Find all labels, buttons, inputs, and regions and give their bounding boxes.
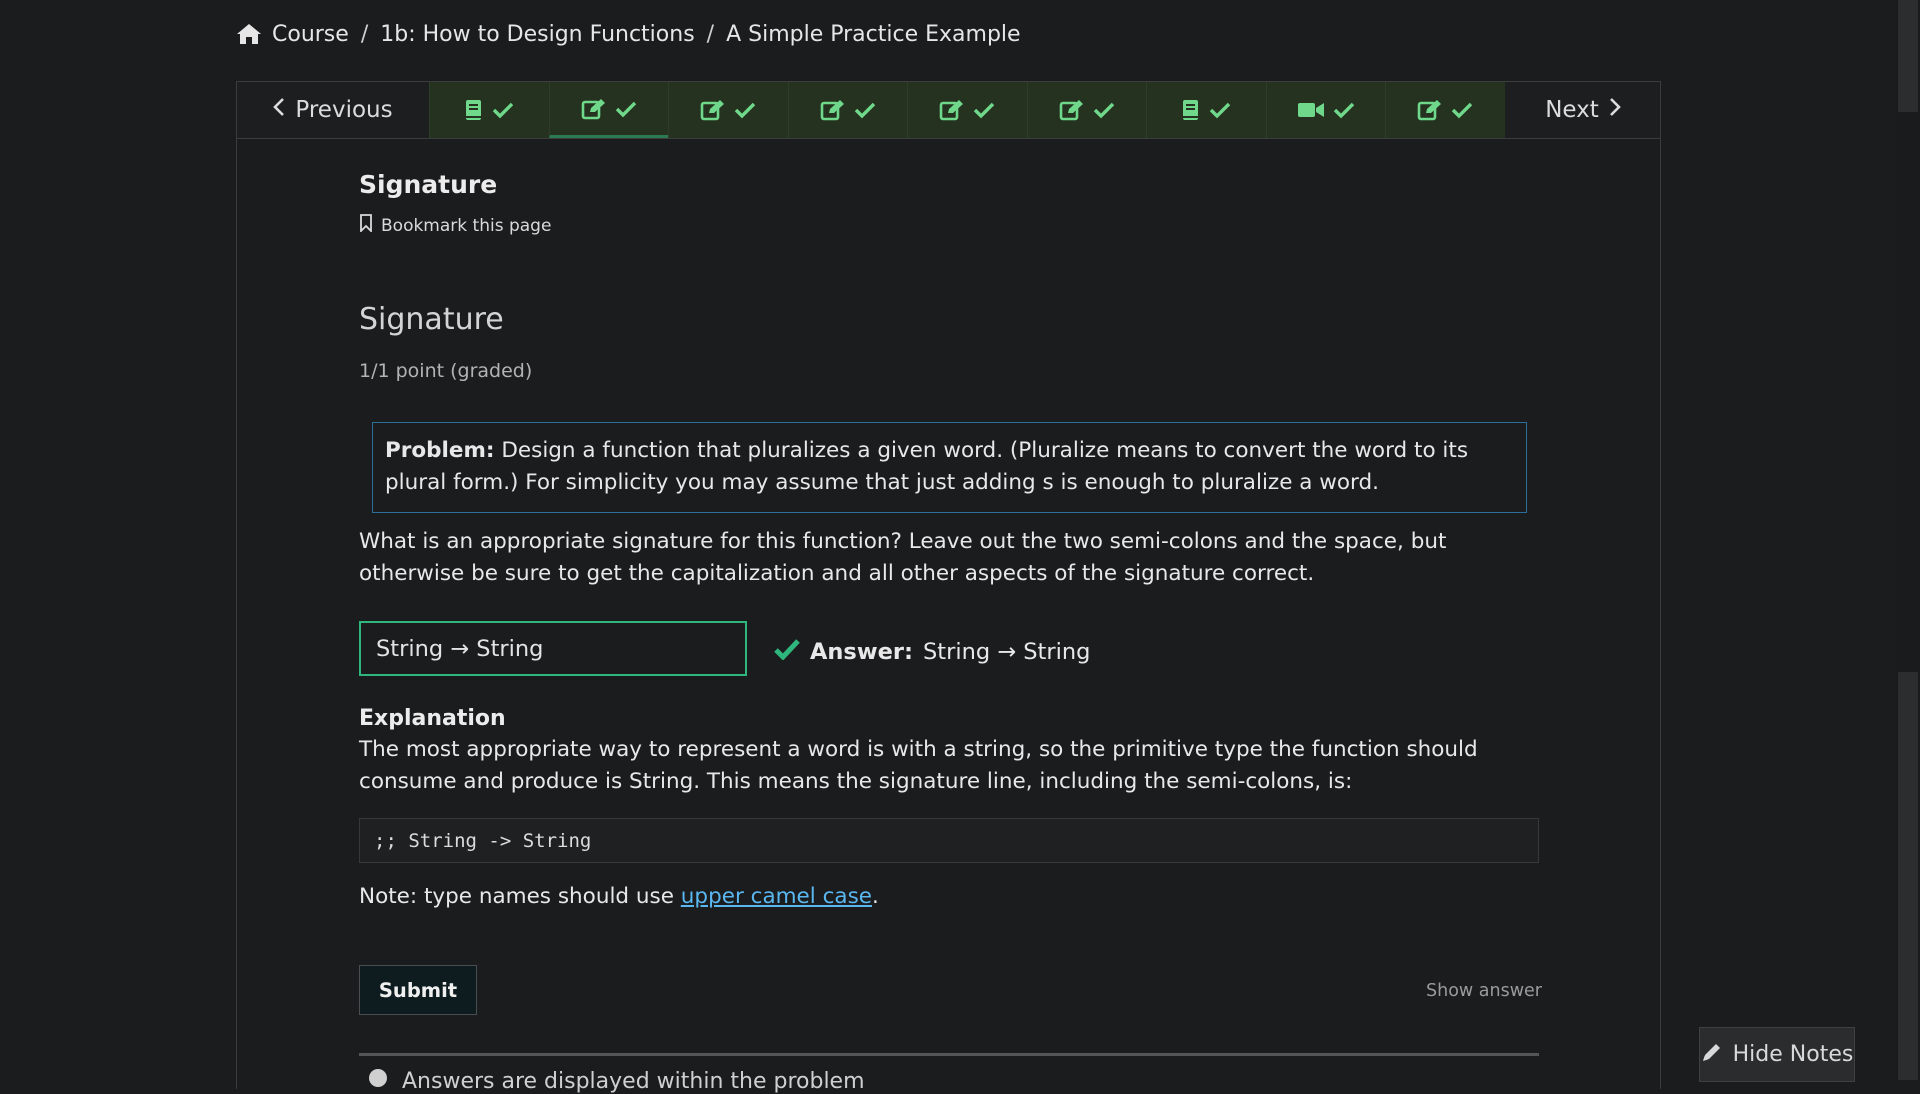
edit-icon [1059, 99, 1085, 121]
sequence-tab-5[interactable] [907, 82, 1027, 138]
hide-notes-button[interactable]: Hide Notes [1699, 1027, 1855, 1082]
edit-icon [820, 99, 846, 121]
checkmark-icon [774, 638, 800, 666]
problem-points: 1/1 point (graded) [359, 360, 533, 382]
check-icon [973, 101, 995, 119]
notification: Answers are displayed within the problem [368, 1068, 865, 1094]
chevron-left-icon [273, 97, 285, 123]
answer-input[interactable] [359, 621, 747, 676]
check-icon [1451, 101, 1473, 119]
show-answer-button[interactable]: Show answer [1426, 981, 1542, 1001]
chevron-right-icon [1609, 97, 1621, 123]
breadcrumb-section[interactable]: 1b: How to Design Functions [380, 22, 694, 47]
breadcrumb-subsection[interactable]: A Simple Practice Example [726, 22, 1020, 47]
sequence-tab-1[interactable] [429, 82, 549, 138]
sequence-tab-4[interactable] [787, 82, 907, 138]
sequence-tab-8[interactable] [1265, 82, 1385, 138]
problem-statement: Problem: Design a function that pluraliz… [372, 422, 1527, 513]
sequence-tab-2[interactable] [548, 82, 668, 138]
content-panel [236, 139, 1661, 1089]
breadcrumb: Course / 1b: How to Design Functions / A… [236, 18, 1021, 50]
question-text: What is an appropriate signature for thi… [359, 529, 1447, 586]
hide-notes-label: Hide Notes [1732, 1042, 1854, 1067]
problem-title: Signature [359, 302, 504, 337]
problem-label: Problem: [385, 438, 495, 463]
submit-button[interactable]: Submit [359, 965, 477, 1015]
breadcrumb-separator: / [706, 21, 715, 47]
answer-label: Answer: [810, 639, 913, 665]
sequence-tab-7[interactable] [1146, 82, 1266, 138]
note-suffix: . [872, 884, 879, 909]
info-icon [368, 1068, 388, 1094]
video-icon [1297, 99, 1325, 121]
unit-title: Signature [359, 170, 498, 199]
sequence-tabs [429, 82, 1505, 138]
code-block: ;; String -> String [359, 818, 1539, 863]
edit-icon [700, 99, 726, 121]
bookmark-icon [359, 214, 373, 237]
previous-label: Previous [295, 97, 393, 123]
notification-text: Answers are displayed within the problem [402, 1068, 865, 1094]
edit-icon [1417, 99, 1443, 121]
edit-icon [939, 99, 965, 121]
book-icon [1181, 99, 1201, 121]
previous-button[interactable]: Previous [237, 82, 429, 138]
breadcrumb-course[interactable]: Course [272, 22, 349, 47]
sequence-tab-9[interactable] [1385, 82, 1505, 138]
correct-answer: Answer: String → String [774, 638, 1090, 666]
check-icon [615, 100, 637, 118]
answer-value: String → String [922, 639, 1091, 665]
divider [359, 1053, 1539, 1056]
explanation-text: The most appropriate way to represent a … [359, 737, 1478, 794]
pencil-icon [1701, 1041, 1723, 1069]
next-label: Next [1545, 97, 1599, 123]
scrollbar-top-segment[interactable] [1898, 0, 1918, 112]
home-icon[interactable] [236, 22, 262, 46]
explanation-heading: Explanation [359, 706, 506, 731]
scrollbar-thumb[interactable] [1898, 672, 1918, 1080]
breadcrumb-separator: / [360, 21, 369, 47]
problem-text: Design a function that pluralizes a give… [385, 438, 1469, 495]
book-icon [464, 99, 484, 121]
next-button[interactable]: Next [1506, 82, 1660, 138]
check-icon [492, 101, 514, 119]
upper-camel-case-link[interactable]: upper camel case [681, 884, 872, 909]
note: Note: type names should use upper camel … [359, 884, 879, 909]
check-icon [734, 101, 756, 119]
check-icon [1093, 101, 1115, 119]
edit-icon [581, 98, 607, 120]
note-prefix: Note: type names should use [359, 884, 681, 909]
bookmark-button[interactable]: Bookmark this page [359, 214, 551, 237]
sequence-nav: Previous Next [236, 81, 1661, 139]
sequence-tab-6[interactable] [1026, 82, 1146, 138]
sequence-tab-3[interactable] [668, 82, 788, 138]
bookmark-label: Bookmark this page [381, 215, 552, 236]
check-icon [1209, 101, 1231, 119]
check-icon [1333, 101, 1355, 119]
check-icon [854, 101, 876, 119]
